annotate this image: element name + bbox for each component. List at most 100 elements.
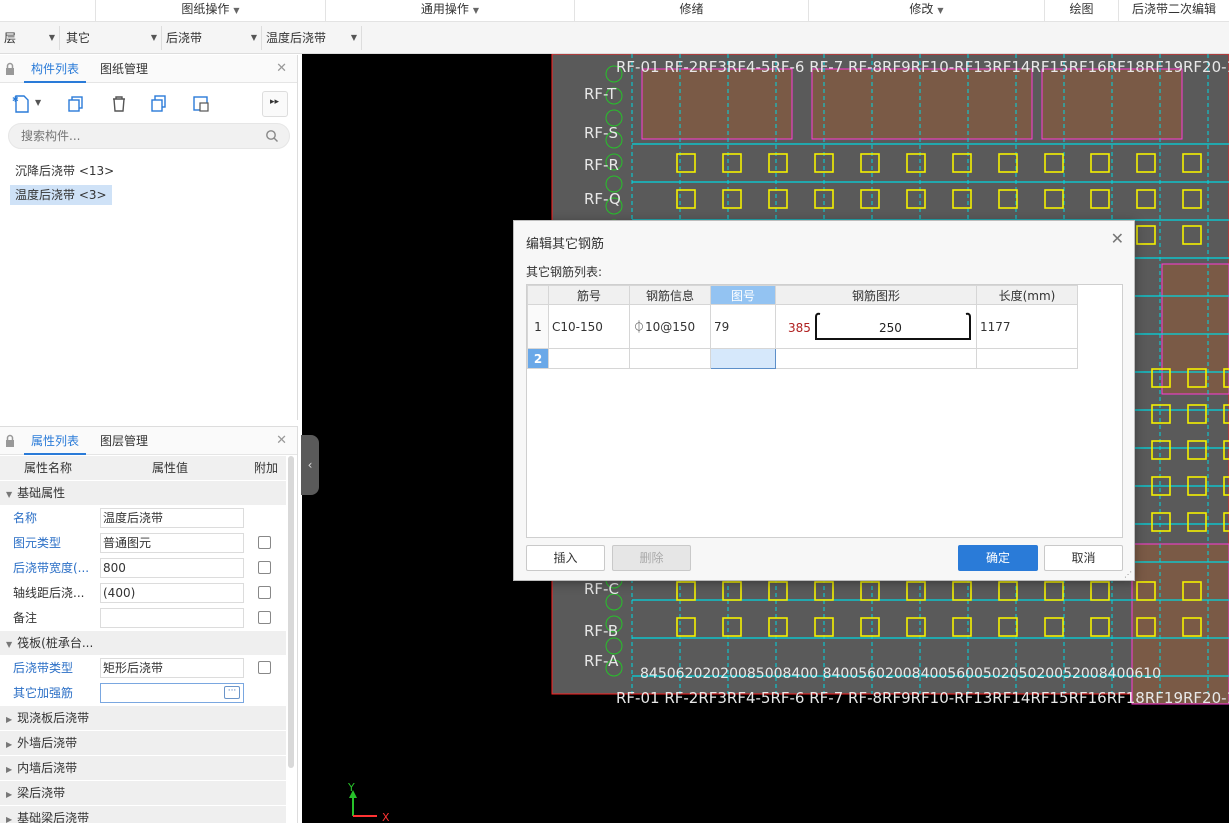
group-title: 内墙后浇带 [17, 761, 78, 775]
extra-checkbox[interactable] [258, 586, 271, 599]
property-value-input[interactable]: ··· [100, 683, 244, 703]
extra-checkbox[interactable] [258, 561, 271, 574]
group-basic-properties[interactable]: ▼ 基础属性 [0, 481, 286, 506]
cancel-button[interactable]: 取消 [1044, 545, 1123, 571]
caret-down-icon: ▼ [350, 33, 357, 42]
property-name: 轴线距后浇... [13, 586, 85, 600]
component-type-select[interactable]: 后浇带 ▼ [162, 26, 262, 50]
extra-checkbox[interactable] [258, 611, 271, 624]
close-icon[interactable]: ✕ [276, 433, 287, 448]
resize-grip-icon[interactable]: ⋰ [1124, 570, 1132, 579]
ribbon-group-drawing-ops[interactable]: 图纸操作 ▼ [96, 0, 326, 22]
ribbon-group-fix[interactable]: 修绪 [575, 0, 809, 22]
svg-text:✱: ✱ [12, 95, 19, 104]
list-item-selected[interactable]: 温度后浇带 <3> [10, 185, 112, 205]
header-rebar-info[interactable]: 钢筋信息 [629, 285, 711, 305]
property-panel-tabs: 属性列表 图层管理 ✕ [0, 427, 297, 455]
property-value-input[interactable]: 普通图元 [100, 533, 244, 553]
header-bar-no[interactable]: 筋号 [548, 285, 630, 305]
cell-bar-no[interactable] [548, 348, 630, 369]
canvas-bottom-dimensions: 84506202020085008400 8400560200840056005… [640, 666, 1161, 682]
duplicate-layer-button[interactable] [146, 91, 172, 117]
collapse-panel-handle[interactable]: ‹ [301, 435, 319, 495]
delete-component-button[interactable] [106, 91, 132, 117]
group-outer-wall[interactable]: ▶ 外墙后浇带 [0, 731, 286, 756]
group-title: 外墙后浇带 [17, 736, 78, 750]
axis-indicator: Y X [347, 781, 390, 823]
row-number: 2 [527, 348, 549, 369]
triangle-right-icon: ▶ [6, 790, 13, 799]
table-row[interactable]: 1 C10-150 ⏀10@150 79 385 250 1177 [527, 304, 1078, 349]
cell-bar-no[interactable]: C10-150 [548, 304, 630, 349]
cell-rebar-info[interactable]: ⏀10@150 [629, 304, 711, 349]
header-rownum [527, 285, 549, 305]
ok-button[interactable]: 确定 [958, 545, 1038, 571]
group-foundation-beam[interactable]: ▶ 基础梁后浇带 [0, 806, 286, 823]
batch-select-button[interactable] [188, 91, 214, 117]
ribbon-group-post-pour-edit[interactable]: 后浇带二次编辑 [1119, 0, 1229, 22]
header-rebar-shape[interactable]: 钢筋图形 [775, 285, 977, 305]
property-grid-header: 属性名称 属性值 附加 [0, 456, 286, 481]
caret-down-icon[interactable]: ▼ [35, 98, 41, 107]
cell-rebar-info[interactable] [629, 348, 711, 369]
group-inner-wall[interactable]: ▶ 内墙后浇带 [0, 756, 286, 781]
list-item[interactable]: 沉降后浇带 <13> [10, 161, 119, 181]
new-file-icon: ✱ [12, 95, 29, 113]
close-icon[interactable]: ✕ [1111, 229, 1124, 248]
group-beam[interactable]: ▶ 梁后浇带 [0, 781, 286, 806]
tab-component-list[interactable]: 构件列表 [24, 55, 86, 83]
property-value-input[interactable] [100, 608, 244, 628]
property-value-input[interactable]: 矩形后浇带 [100, 658, 244, 678]
lock-icon[interactable] [5, 434, 15, 448]
cell-figure-no[interactable]: 79 [710, 304, 776, 349]
canvas-side-axis-label: RF-T [584, 85, 617, 103]
tab-property-list[interactable]: 属性列表 [24, 427, 86, 455]
hatch-region [811, 68, 1033, 140]
property-row-axis-distance: 轴线距后浇... (400) [0, 581, 286, 606]
cell-figure-no[interactable] [710, 348, 776, 369]
ribbon-group-draw[interactable]: 绘图 [1045, 0, 1119, 22]
cell-length[interactable] [976, 348, 1078, 369]
group-cast-slab[interactable]: ▶ 现浇板后浇带 [0, 706, 286, 731]
cell-rebar-shape[interactable] [775, 348, 977, 369]
new-component-button[interactable]: ✱ [8, 91, 34, 117]
canvas-side-axis-label: RF-S [584, 124, 618, 142]
ribbon-group-label: 后浇带二次编辑 [1131, 2, 1216, 16]
extra-checkbox[interactable] [258, 536, 271, 549]
more-tools-button[interactable]: ▸▸ [262, 91, 288, 117]
ribbon-group-modify[interactable]: 修改 ▼ [809, 0, 1045, 22]
tab-layer-management[interactable]: 图层管理 [100, 427, 148, 455]
caret-down-icon: ▼ [233, 6, 240, 15]
caret-down-icon: ▼ [150, 33, 157, 42]
canvas-side-axis-label: RF-C [584, 580, 619, 598]
tab-drawing-management[interactable]: 图纸管理 [100, 55, 148, 83]
component-select[interactable]: 温度后浇带 ▼ [262, 26, 362, 50]
group-title: 筏板(桩承台... [17, 636, 94, 650]
dialog-title: 编辑其它钢筋 [526, 237, 605, 252]
ellipsis-icon[interactable]: ··· [224, 686, 240, 699]
header-figure-no[interactable]: 图号 [710, 285, 776, 305]
cell-rebar-shape[interactable]: 385 250 [775, 304, 977, 349]
search-icon[interactable] [265, 129, 279, 143]
ribbon-group-general-ops[interactable]: 通用操作 ▼ [326, 0, 575, 22]
property-name: 后浇带类型 [13, 661, 74, 675]
copy-component-button[interactable] [64, 91, 90, 117]
close-icon[interactable]: ✕ [276, 61, 287, 76]
category-select[interactable]: 其它 ▼ [62, 26, 162, 50]
group-raft[interactable]: ▼ 筏板(桩承台... [0, 631, 286, 656]
cell-length[interactable]: 1177 [976, 304, 1078, 349]
property-value-input[interactable]: 温度后浇带 [100, 508, 244, 528]
delete-button[interactable]: 删除 [612, 545, 691, 571]
property-scrollbar[interactable] [288, 456, 294, 768]
component-search-input[interactable] [9, 124, 249, 148]
property-row-name: 名称 温度后浇带 [0, 506, 286, 531]
canvas-side-axis-label: RF-Q [584, 190, 621, 208]
floor-select[interactable]: 层 ▼ [0, 26, 60, 50]
header-length[interactable]: 长度(mm) [976, 285, 1078, 305]
lock-icon[interactable] [5, 62, 15, 76]
insert-button[interactable]: 插入 [526, 545, 605, 571]
extra-checkbox[interactable] [258, 661, 271, 674]
table-row[interactable]: 2 [527, 348, 1078, 369]
property-value-input[interactable]: (400) [100, 583, 244, 603]
property-value-input[interactable]: 800 [100, 558, 244, 578]
